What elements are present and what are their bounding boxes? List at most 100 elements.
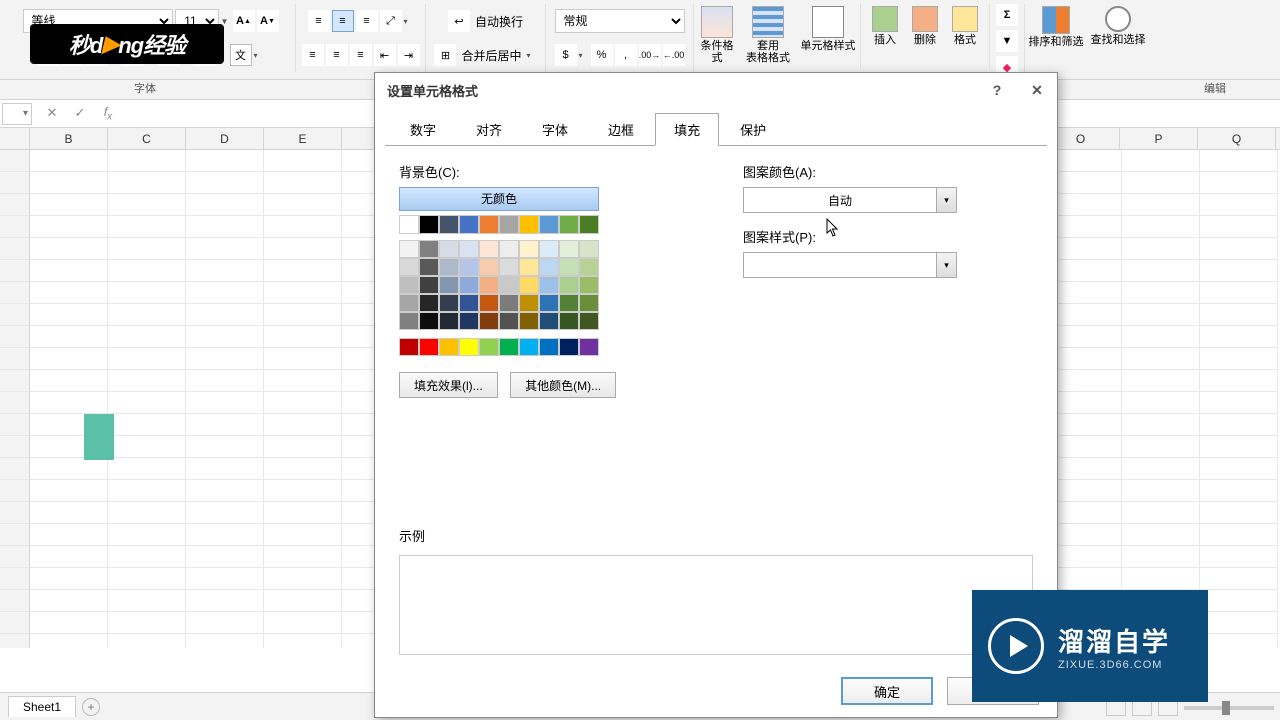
cell[interactable] [186,480,264,502]
color-swatch[interactable] [399,338,419,356]
cell[interactable] [186,304,264,326]
cell[interactable] [108,348,186,370]
insert-button[interactable]: 插入 [865,4,905,68]
indent-decrease-button[interactable]: ⇤ [374,44,396,66]
cell[interactable] [1122,436,1200,458]
cell[interactable] [186,260,264,282]
chevron-down-icon[interactable]: ▾ [404,17,414,26]
color-swatch[interactable] [559,240,579,258]
cell[interactable] [264,634,342,648]
color-swatch[interactable] [439,215,459,234]
cell[interactable] [1200,326,1278,348]
cell[interactable] [1122,326,1200,348]
column-header[interactable]: P [1120,128,1198,149]
cell[interactable] [108,458,186,480]
cell[interactable] [186,194,264,216]
cell[interactable] [1122,458,1200,480]
cell[interactable] [1122,524,1200,546]
filled-cell[interactable] [84,414,114,460]
fill-effects-button[interactable]: 填充效果(l)... [399,372,498,398]
cell[interactable] [264,216,342,238]
tab-font[interactable]: 字体 [523,113,587,146]
cell[interactable] [1122,480,1200,502]
sort-filter-button[interactable]: 排序和筛选 [1025,4,1087,68]
cell[interactable] [108,436,186,458]
color-swatch[interactable] [439,294,459,312]
cell[interactable] [108,590,186,612]
row-header[interactable] [0,524,30,546]
cell[interactable] [108,370,186,392]
color-swatch[interactable] [439,312,459,330]
row-header[interactable] [0,216,30,238]
row-header[interactable] [0,458,30,480]
cell[interactable] [1122,568,1200,590]
cell[interactable] [108,282,186,304]
page-layout-view-button[interactable] [1132,700,1152,716]
cancel-formula-button[interactable]: ✕ [42,105,62,122]
cell[interactable] [30,348,108,370]
fx-button[interactable]: fx [98,105,118,122]
cell[interactable] [1122,216,1200,238]
cell[interactable] [1200,348,1278,370]
color-swatch[interactable] [499,240,519,258]
align-left-button[interactable]: ≡ [302,44,324,66]
color-swatch[interactable] [559,338,579,356]
align-top-button[interactable]: ≡ [308,10,330,32]
color-swatch[interactable] [419,276,439,294]
cell[interactable] [186,238,264,260]
row-header[interactable] [0,590,30,612]
cell[interactable] [108,194,186,216]
cell[interactable] [264,172,342,194]
cell[interactable] [1200,238,1278,260]
no-color-button[interactable]: 无颜色 [399,187,599,211]
align-bottom-button[interactable]: ≡ [356,10,378,32]
row-header[interactable] [0,612,30,634]
tab-fill[interactable]: 填充 [655,113,719,146]
cell[interactable] [1200,634,1278,648]
color-swatch[interactable] [519,276,539,294]
normal-view-button[interactable] [1106,700,1126,716]
name-box[interactable]: ▾ [2,103,32,125]
cell[interactable] [186,216,264,238]
row-header[interactable] [0,414,30,436]
color-swatch[interactable] [539,276,559,294]
color-swatch[interactable] [459,338,479,356]
cell[interactable] [30,612,108,634]
cell[interactable] [264,524,342,546]
color-swatch[interactable] [479,215,499,234]
cell[interactable] [108,392,186,414]
cell[interactable] [1200,612,1278,634]
color-swatch[interactable] [479,294,499,312]
color-swatch[interactable] [519,258,539,276]
color-swatch[interactable] [539,294,559,312]
color-swatch[interactable] [419,338,439,356]
cell[interactable] [186,150,264,172]
align-middle-button[interactable]: ≡ [332,10,354,32]
cell[interactable] [186,282,264,304]
cell[interactable] [186,392,264,414]
color-swatch[interactable] [459,215,479,234]
color-swatch[interactable] [519,215,539,234]
wrap-text-icon[interactable]: ↩ [448,10,470,32]
fill-button[interactable]: ▼ [996,30,1018,52]
cell[interactable] [1200,524,1278,546]
cell[interactable] [186,546,264,568]
cell[interactable] [264,326,342,348]
cell[interactable] [186,634,264,648]
cell[interactable] [186,370,264,392]
select-all-corner[interactable] [0,128,30,149]
color-swatch[interactable] [399,215,419,234]
cell[interactable] [30,216,108,238]
column-header[interactable]: B [30,128,108,149]
cell[interactable] [264,590,342,612]
row-header[interactable] [0,568,30,590]
row-header[interactable] [0,304,30,326]
chevron-down-icon[interactable]: ▾ [936,253,956,277]
chevron-down-icon[interactable]: ▾ [254,51,264,60]
cell[interactable] [264,260,342,282]
color-swatch[interactable] [419,258,439,276]
cell[interactable] [264,458,342,480]
cell[interactable] [30,590,108,612]
row-header[interactable] [0,326,30,348]
page-break-view-button[interactable] [1158,700,1178,716]
